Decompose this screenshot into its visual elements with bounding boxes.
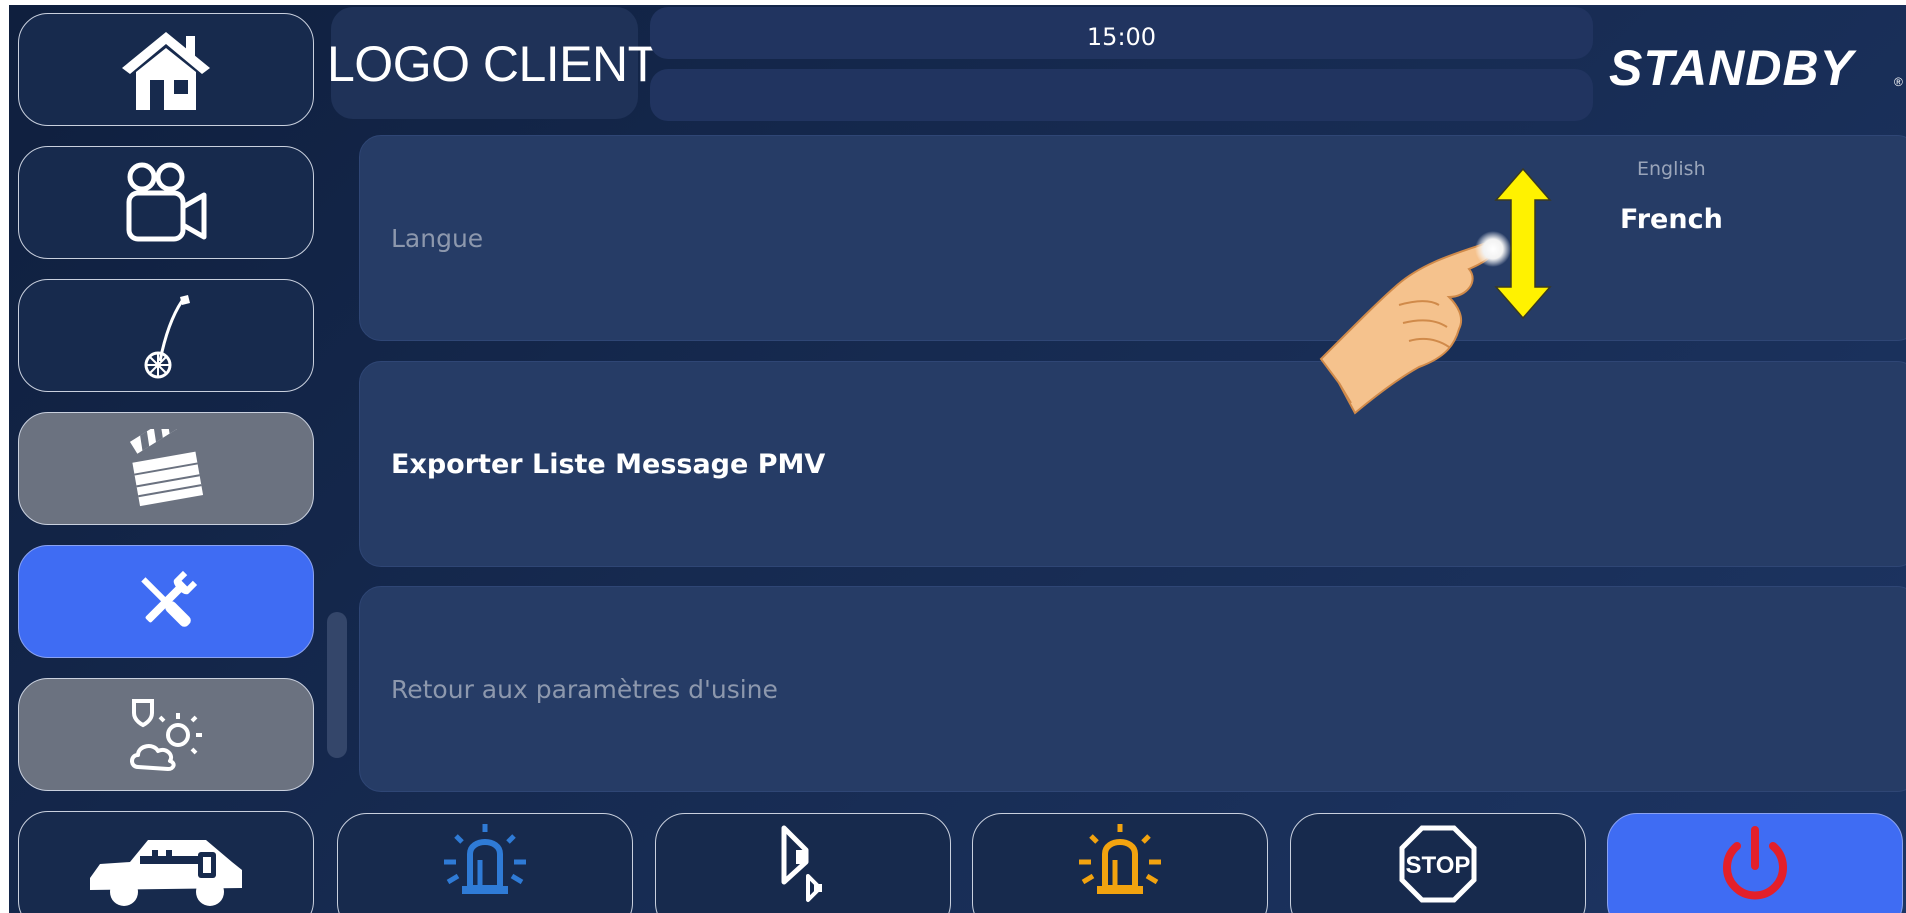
tools-icon [141, 570, 198, 627]
orange-beacon-button[interactable] [972, 813, 1268, 913]
sidebar-item-clapperboard[interactable] [18, 412, 314, 525]
sidebar-scrollbar[interactable] [327, 612, 347, 758]
power-button[interactable] [1607, 813, 1903, 913]
home-icon [122, 31, 210, 110]
sidebar-item-home[interactable] [18, 13, 314, 126]
sidebar-item-settings[interactable] [18, 545, 314, 658]
export-label: Exporter Liste Message PMV [391, 449, 826, 480]
horn-button[interactable] [655, 813, 951, 913]
registered-mark: ® [1894, 75, 1903, 89]
video-camera-icon [126, 162, 207, 241]
beacon-icon [1079, 824, 1161, 894]
stop-sign-icon: STOP [1399, 825, 1477, 903]
message-bar [650, 69, 1593, 121]
language-selected[interactable]: French [1620, 204, 1723, 235]
sidebar-item-camera[interactable] [18, 146, 314, 259]
horn-icon [781, 825, 822, 902]
stop-sign-label: STOP [1406, 852, 1471, 879]
sidebar-item-vehicle[interactable] [18, 811, 314, 913]
setting-row-export[interactable]: Exporter Liste Message PMV [359, 361, 1906, 567]
setting-row-language[interactable]: Langue English French [359, 135, 1906, 341]
clapperboard-icon [129, 428, 204, 506]
app-screen: LOGO CLIENT 15:00 STANDBY ® Langue Engli… [9, 5, 1906, 913]
blue-beacon-button[interactable] [337, 813, 633, 913]
factory-reset-label: Retour aux paramètres d'usine [391, 675, 778, 704]
beacon-icon [444, 824, 526, 894]
measuring-wheel-icon [144, 294, 190, 378]
setting-row-factory-reset[interactable]: Retour aux paramètres d'usine [359, 586, 1906, 792]
weather-icon [130, 698, 202, 771]
language-label: Langue [391, 224, 484, 253]
brand-logo: STANDBY [1609, 40, 1854, 96]
stop-button[interactable]: STOP [1290, 813, 1586, 913]
client-logo: LOGO CLIENT [327, 36, 658, 92]
vehicle-key-icon [90, 840, 242, 906]
clock: 15:00 [650, 7, 1593, 59]
power-icon [1723, 826, 1787, 900]
sidebar-item-measuring-wheel[interactable] [18, 279, 314, 392]
language-option-english[interactable]: English [1637, 158, 1706, 180]
sidebar-item-weather[interactable] [18, 678, 314, 791]
